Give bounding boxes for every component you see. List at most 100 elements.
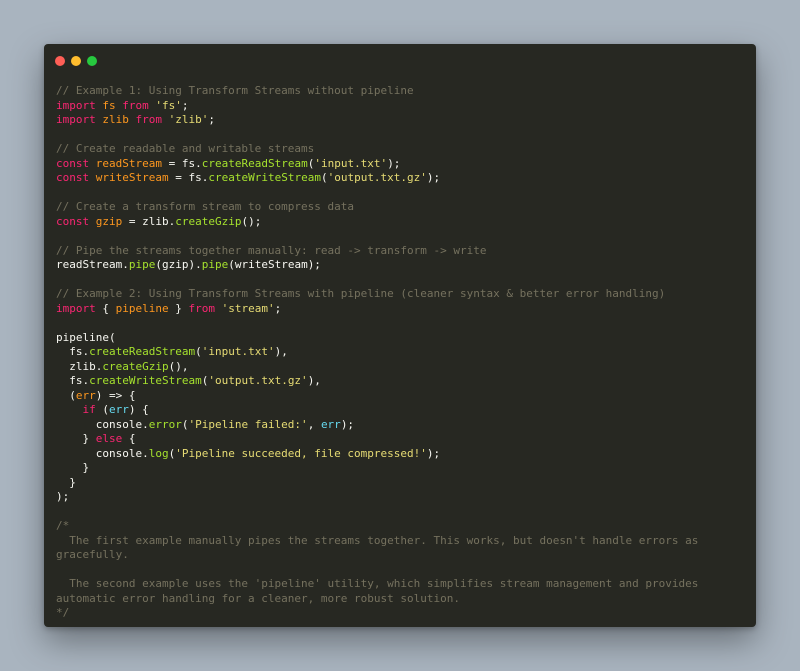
code-token: ( [195,345,202,358]
code-token: // Create a transform stream to compress… [56,200,355,213]
code-token: createGzip [102,359,169,373]
code-line: import fs from 'fs'; [56,99,746,114]
code-token: ); [426,446,441,460]
code-token: = fs. [168,171,209,184]
code-token: const [56,214,90,228]
code-line: } else { [56,432,746,447]
code-token: ) => { [95,388,136,402]
code-token: (), [168,359,189,373]
code-line: automatic error handling for a cleaner, … [56,592,746,607]
code-token: automatic error handling for a cleaner, … [56,591,460,605]
code-token: } [56,432,96,445]
code-token: readStream [95,156,162,170]
code-line: } [56,476,746,491]
code-token: createWriteStream [208,171,321,184]
code-token: // Create readable and writable streams [56,142,315,155]
code-token: log [148,446,169,460]
code-token: readStream. [56,258,129,271]
code-token: 'input.txt' [314,156,388,170]
code-token: 'Pipeline succeeded, file compressed!' [175,446,427,460]
code-line: The second example uses the 'pipeline' u… [56,577,746,592]
zoom-window-button[interactable] [87,56,97,66]
code-token: ), [307,374,321,387]
code-token: ( [320,171,328,184]
code-token: pipeline [115,301,169,315]
code-line: // Pipe the streams together manually: r… [56,244,746,259]
code-token: /* [56,519,70,532]
code-token: import [56,98,96,112]
code-token: ( [95,403,109,416]
code-token: createReadStream [89,345,196,358]
code-line: if (err) { [56,403,746,418]
code-token: zlib. [56,359,103,373]
code-token: createReadStream [201,156,308,170]
code-block: // Example 1: Using Transform Streams wi… [56,84,746,621]
code-line: // Example 1: Using Transform Streams wi… [56,84,746,99]
code-token: import [56,301,96,315]
code-token: createWriteStream [89,374,202,387]
code-line: import zlib from 'zlib'; [56,113,746,128]
code-token: else [95,432,123,445]
code-line: import { pipeline } from 'stream'; [56,302,746,317]
code-token: ); [56,490,70,503]
code-token: ( [56,388,76,402]
code-token: from [122,98,149,112]
code-line: const gzip = zlib.createGzip(); [56,215,746,230]
code-token: import [56,113,96,126]
code-token: ); [340,417,355,431]
code-token: The first example manually pipes the str… [56,533,699,547]
code-token: // Example 2: Using Transform Streams wi… [56,287,666,300]
code-line: const writeStream = fs.createWriteStream… [56,171,746,186]
code-line: // Example 2: Using Transform Streams wi… [56,287,746,302]
minimize-window-button[interactable] [71,56,81,66]
code-token: ; [274,301,282,315]
close-window-button[interactable] [55,56,65,66]
code-token: fs. [56,345,90,358]
code-token: } [56,461,90,474]
code-token: ; [208,113,215,126]
code-line: // Create readable and writable streams [56,142,746,157]
code-token: err [320,417,341,431]
code-token: pipeline( [56,330,116,344]
code-token: 'fs' [155,98,182,112]
code-token: 'stream' [221,301,275,315]
code-token: { [122,432,136,445]
code-token: = zlib. [122,214,176,228]
code-line: fs.createReadStream('input.txt'), [56,345,746,360]
code-token: err [109,403,129,416]
code-line: The first example manually pipes the str… [56,534,746,549]
code-line: readStream.pipe(gzip).pipe(writeStream); [56,258,746,273]
code-token: const [56,171,90,184]
code-line: */ [56,606,746,621]
code-token: console. [56,446,149,460]
code-line: ); [56,490,746,505]
code-token: pipe [201,258,229,271]
code-token: console. [56,417,149,431]
code-token: fs [102,98,116,112]
code-token: from [135,113,163,126]
code-line: const readStream = fs.createReadStream('… [56,157,746,172]
code-token: 'zlib' [168,113,209,126]
window-titlebar [44,44,756,78]
code-token: } [168,301,189,315]
code-token: = fs. [161,156,202,170]
code-token: zlib [102,113,129,126]
code-line: /* [56,519,746,534]
code-token: error [148,417,182,431]
code-token: 'input.txt' [201,345,275,358]
code-window: // Example 1: Using Transform Streams wi… [44,44,756,627]
code-token: (writeStream); [228,258,321,271]
code-token: ; [181,98,189,112]
code-token: , [307,417,321,431]
code-token: ), [274,345,288,358]
